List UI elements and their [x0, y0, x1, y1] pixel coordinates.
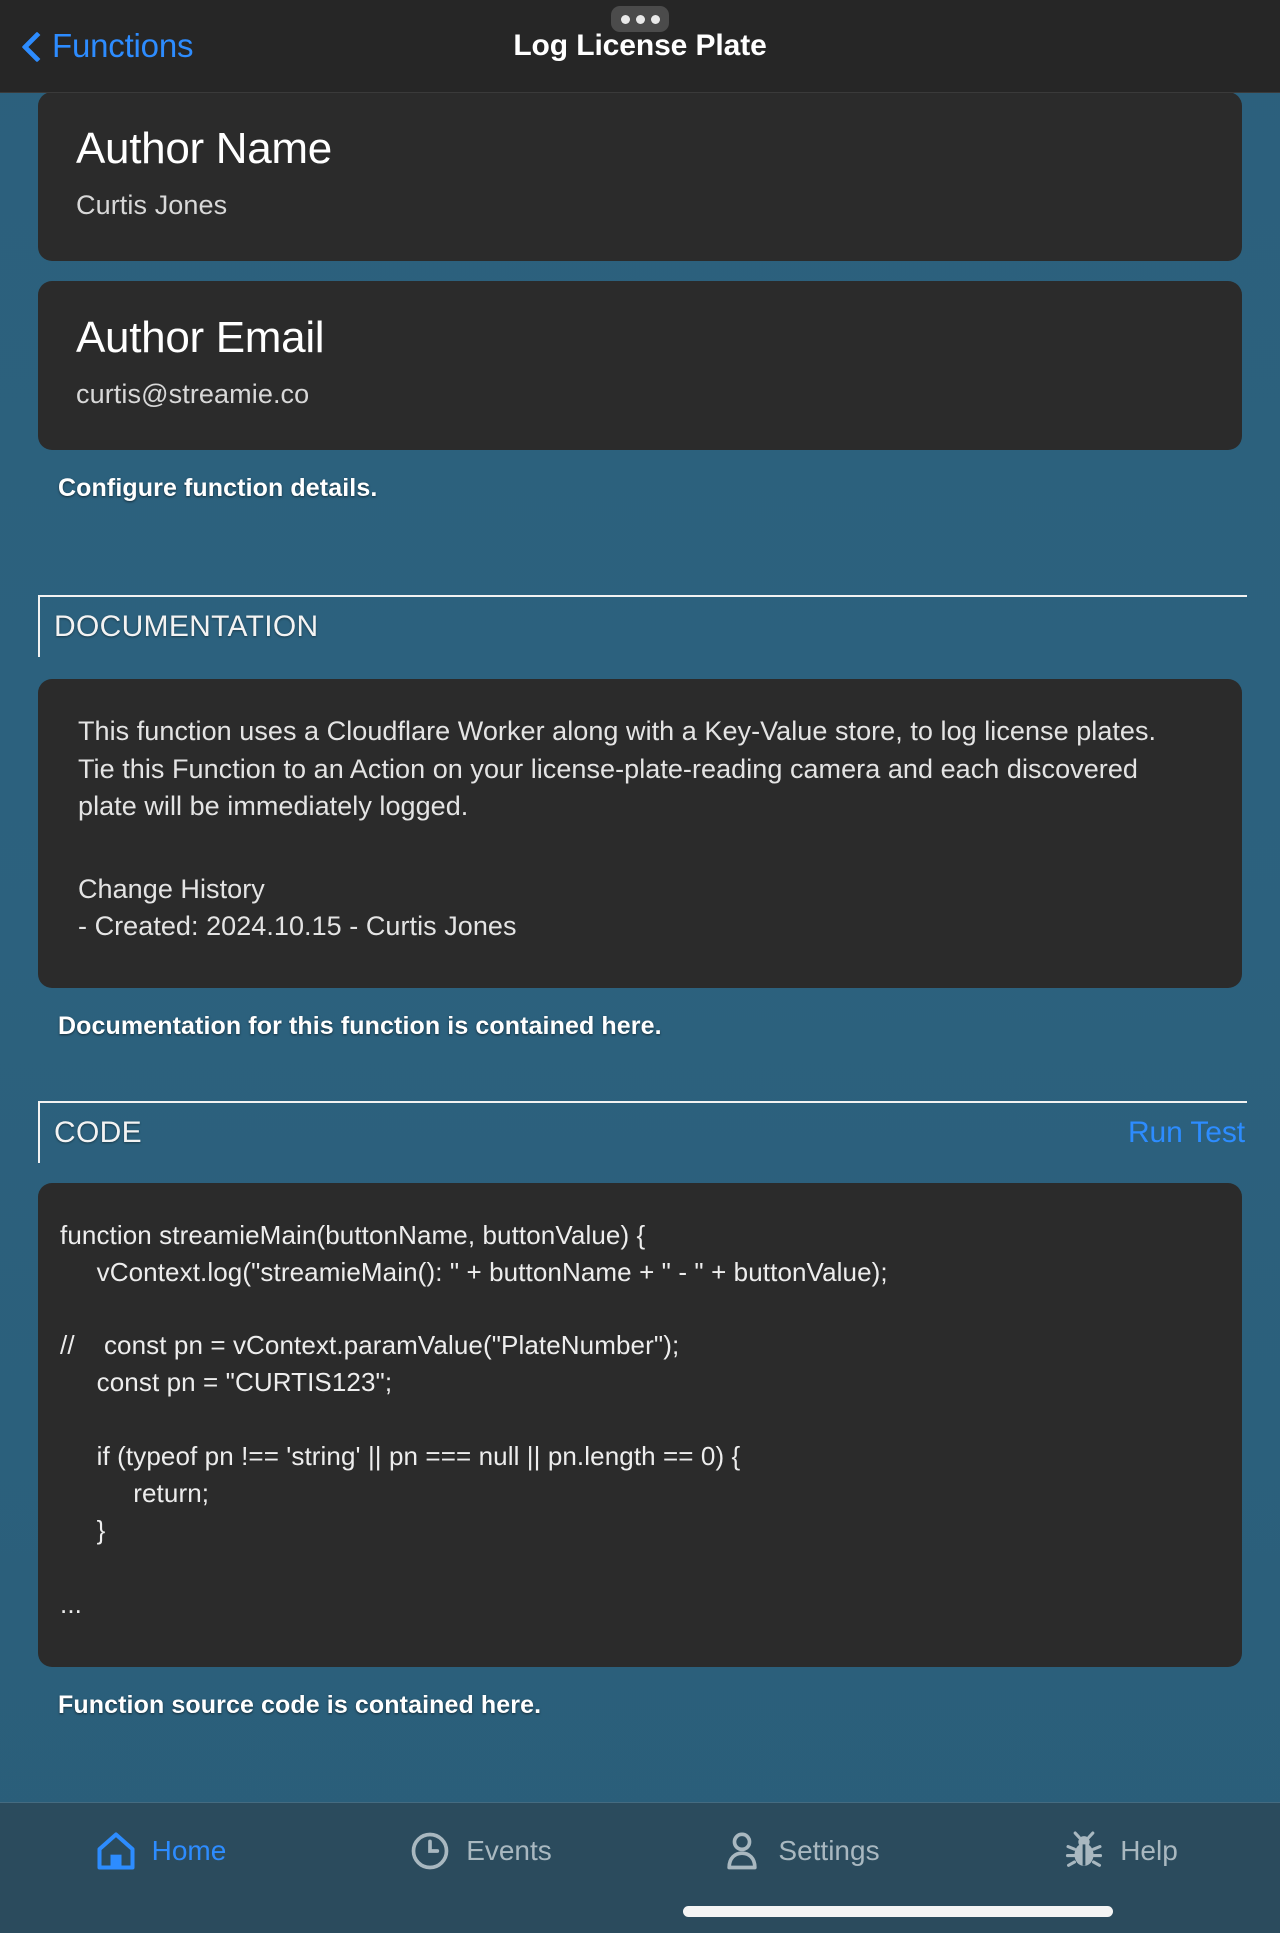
field-label: Author Name: [76, 124, 332, 173]
field-card-author-email[interactable]: Author Email curtis@streamie.co: [38, 281, 1242, 451]
change-history-entry: - Created: 2024.10.15 - Curtis Jones: [78, 911, 517, 942]
bug-icon: [1066, 1831, 1103, 1867]
tab-label: Events: [466, 1835, 552, 1866]
scroll-content: Author Name Curtis Jones Author Email cu…: [0, 92, 1280, 1803]
section-header-code: CODE Run Test: [38, 1100, 1247, 1163]
field-label: Author Email: [76, 313, 325, 363]
page-title: Log License Plate: [513, 29, 767, 62]
documentation-body: This function uses a Cloudflare Worker a…: [78, 716, 1157, 821]
field-value: Curtis Jones: [76, 190, 228, 221]
tab-label: Help: [1120, 1835, 1178, 1866]
tab-label: Settings: [778, 1835, 880, 1866]
field-card-author-name[interactable]: Author Name Curtis Jones: [38, 92, 1242, 262]
dot: [635, 14, 645, 24]
ellipsis-pill-icon[interactable]: [611, 6, 669, 32]
documentation-panel[interactable]: This function uses a Cloudflare Worker a…: [38, 679, 1242, 988]
section-header-documentation: DOCUMENTATION: [38, 595, 1247, 658]
dot: [620, 14, 630, 24]
section-title: DOCUMENTATION: [54, 610, 319, 644]
dot: [650, 14, 660, 24]
home-indicator[interactable]: [683, 1906, 1113, 1917]
field-value: curtis@streamie.co: [76, 379, 310, 410]
tab-home[interactable]: Home: [0, 1803, 320, 1933]
code-panel[interactable]: function streamieMain(buttonName, button…: [38, 1182, 1242, 1667]
caption-configure-details: Configure function details.: [58, 474, 378, 503]
home-icon: [97, 1832, 135, 1870]
tab-label: Home: [151, 1835, 227, 1866]
code-source: function streamieMain(buttonName, button…: [60, 1219, 888, 1619]
caption-documentation: Documentation for this function is conta…: [58, 1011, 662, 1040]
person-icon: [727, 1832, 758, 1870]
clock-icon: [411, 1832, 449, 1870]
change-history-title: Change History: [78, 874, 265, 905]
app-root: Functions Log License Plate Author Name …: [0, 0, 1280, 1933]
section-title: CODE: [54, 1115, 142, 1149]
caption-code: Function source code is contained here.: [58, 1690, 542, 1719]
tab-events[interactable]: Events: [320, 1803, 640, 1933]
run-test-button[interactable]: Run Test: [1128, 1116, 1245, 1150]
